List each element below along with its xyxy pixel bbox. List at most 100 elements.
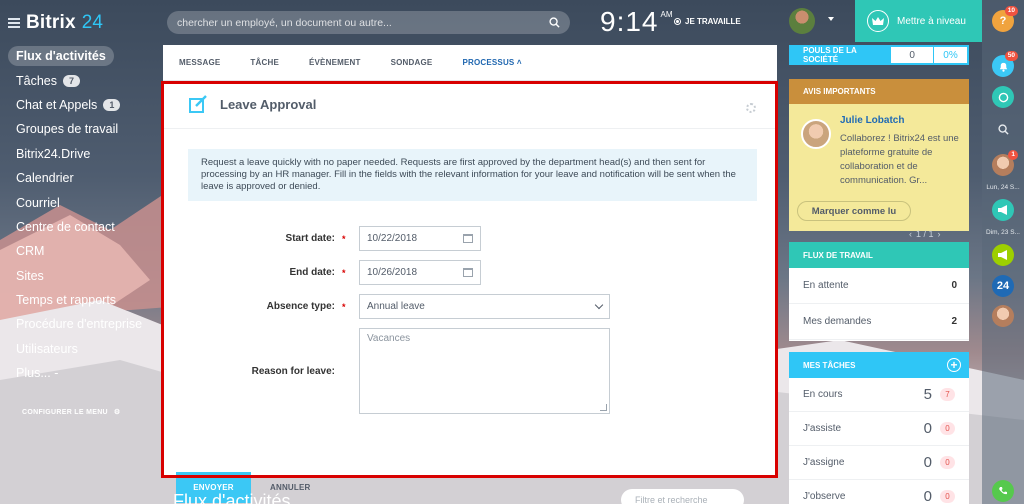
sidebar-item-drive[interactable]: Bitrix24.Drive [16,142,142,166]
task-row[interactable]: J'assigne 0 0 [789,446,969,480]
chevron-down-icon [594,300,604,310]
absence-type-value: Annual leave [367,301,425,312]
megaphone-icon[interactable] [992,244,1014,266]
sidebar-item-sites[interactable]: Sites [16,264,142,288]
sidebar-item-users[interactable]: Utilisateurs [16,337,142,361]
help-badge: 10 [1004,6,1018,16]
mark-as-read-button[interactable]: Marquer comme lu [797,201,911,221]
announcement-author[interactable]: Julie Lobatch [840,115,904,126]
announcements-title: AVIS IMPORTANTS [789,79,969,104]
absence-type-row: Absence type: * Annual leave [163,294,777,319]
task-row-badge: 0 [940,456,955,469]
workflow-row-value: 2 [951,316,957,327]
search-input[interactable] [177,16,549,29]
upgrade-button[interactable]: Mettre à niveau [855,0,982,42]
absence-type-select[interactable]: Annual leave [359,294,610,319]
sidebar-item-label: Temps et rapports [16,293,117,308]
announcements-widget: AVIS IMPORTANTS Julie Lobatch Collaborez… [789,79,969,231]
sidebar-item-chat[interactable]: Chat et Appels 1 [16,93,142,117]
bell-icon[interactable]: 50 [992,51,1018,77]
calendar-icon[interactable] [463,234,473,243]
task-row-count: 0 [923,454,932,471]
crown-icon [867,10,889,32]
leave-approval-form: Leave Approval Request a leave quickly w… [163,81,777,503]
form-title: Leave Approval [220,97,317,112]
work-status[interactable]: JE TRAVAILLE [674,17,741,26]
sidebar-item-label: Bitrix24.Drive [16,146,91,161]
sidebar-item-workgroups[interactable]: Groupes de travail [16,117,142,141]
search-icon[interactable] [549,17,560,28]
chevron-left-icon[interactable]: ‹ [909,229,912,239]
add-task-icon[interactable]: + [947,358,961,372]
end-date-field[interactable]: 10/26/2018 [359,260,481,285]
task-row-label: En cours [803,389,843,400]
sidebar-item-label: Procédure d'entreprise [16,317,143,332]
feed-title: Flux d'activités [173,491,291,504]
configure-menu-button[interactable]: CONFIGURER LE MENU ⚙ [22,408,120,417]
workflow-row[interactable]: Mes demandes 2 [789,304,969,340]
sidebar-item-calendar[interactable]: Calendrier [16,166,142,190]
chevron-right-icon[interactable]: › [938,229,941,239]
tab-processes[interactable]: PROCESSUS ˄ [462,58,521,67]
sidebar-item-mail[interactable]: Courriel [16,190,142,214]
user-avatar[interactable] [789,8,815,34]
search-icon[interactable] [992,118,1014,140]
task-row-badge: 0 [940,490,955,503]
task-row-badge: 7 [940,388,955,401]
sidebar-item-time-reports[interactable]: Temps et rapports [16,288,142,312]
app-logo[interactable]: Bitrix 24 [8,12,103,34]
recent-date-label: Lun, 24 S... [986,184,1020,191]
sidebar-item-activity-stream[interactable]: Flux d'activités [8,44,142,68]
calendar-icon[interactable] [463,268,473,277]
chat-icon[interactable] [992,86,1014,108]
start-date-field[interactable]: 10/22/2018 [359,226,481,251]
upgrade-label: Mettre à niveau [897,15,966,27]
company-pulse-percent: 0% [933,47,967,63]
sidebar-item-processes[interactable]: Procédure d'entreprise [16,312,142,336]
status-icon [674,18,681,25]
reason-textarea[interactable]: Vacances [359,328,610,414]
announcement-pager: ‹ 1 / 1 › [909,229,941,239]
chat-badge: 1 [1008,150,1018,160]
sidebar-item-label: Sites [16,268,44,283]
global-search[interactable] [167,11,570,34]
menu-icon[interactable] [8,18,20,28]
absence-type-label: Absence type: [266,301,335,312]
reason-label: Reason for leave: [251,365,335,377]
sidebar-item-contact-center[interactable]: Centre de contact [16,215,142,239]
pager-label: 1 / 1 [916,229,934,239]
task-row[interactable]: J'assiste 0 0 [789,412,969,446]
bitrix24-label: 24 [996,280,1010,292]
chevron-down-icon[interactable] [828,17,834,21]
end-date-row: End date: * 10/26/2018 [163,260,777,285]
sidebar-item-more[interactable]: Plus... - [16,361,142,385]
sidebar-item-label: Flux d'activités [8,46,114,67]
task-row-count: 5 [923,386,932,403]
bitrix24-icon[interactable]: 24 [992,275,1014,297]
edit-form-icon [189,94,207,113]
company-pulse[interactable]: POULS DE LA SOCIÉTÉ 0 0% [789,45,969,65]
clock: 9:14 AM [600,6,673,38]
phone-icon[interactable] [992,480,1014,502]
avatar[interactable] [801,119,831,149]
configure-menu-label: CONFIGURER LE MENU [22,408,108,416]
avatar[interactable] [992,305,1014,327]
tab-event[interactable]: ÉVÈNEMENT [309,58,361,67]
tab-poll[interactable]: SONDAGE [391,58,433,67]
tab-message[interactable]: MESSAGE [179,58,220,67]
required-mark: * [342,267,346,278]
sidebar-item-crm[interactable]: CRM [16,239,142,263]
workflow-row[interactable]: En attente 0 [789,268,969,304]
task-row[interactable]: J'observe 0 0 [789,480,969,504]
task-row[interactable]: En cours 5 7 [789,378,969,412]
count-badge: 7 [63,74,81,87]
tab-task[interactable]: TÂCHE [250,58,279,67]
feed-filter-input[interactable]: Filtre et recherche [621,489,744,504]
sidebar-item-tasks[interactable]: Tâches 7 [16,68,142,92]
sidebar-item-label: Centre de contact [16,219,115,234]
gear-icon[interactable] [746,103,756,113]
megaphone-icon[interactable] [992,199,1014,221]
help-icon[interactable]: ? 10 [992,6,1018,32]
avatar[interactable]: 1 [992,150,1018,176]
required-mark: * [342,233,346,244]
